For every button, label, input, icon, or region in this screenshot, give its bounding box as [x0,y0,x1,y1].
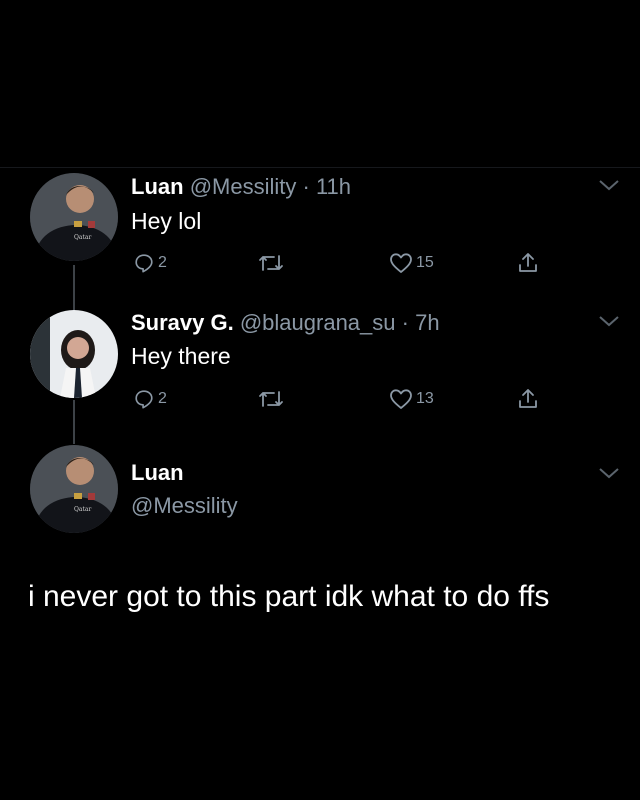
like-button[interactable]: 13 [389,384,434,414]
reply-count: 2 [158,390,167,407]
retweet-icon [259,391,283,407]
heart-icon [390,389,412,409]
chevron-down-icon[interactable] [598,178,620,192]
tweet-header: Luan @Messility · 11h [131,174,351,200]
svg-text:Qatar: Qatar [74,234,91,241]
thread-line [73,400,75,444]
author-name[interactable]: Suravy G. [131,310,234,335]
reply-count: 2 [158,254,167,271]
like-count: 13 [416,390,434,407]
reply-icon [135,254,153,273]
avatar-luan-image: Qatar [30,445,118,533]
author-name[interactable]: Luan [131,460,184,486]
avatar[interactable]: Qatar [30,445,118,533]
retweet-button[interactable] [258,384,284,414]
share-button[interactable] [516,384,540,414]
timestamp[interactable]: 11h [316,174,351,199]
thread-line [73,265,75,311]
author-name[interactable]: Luan [131,174,184,199]
reply-icon [135,390,153,409]
share-icon [519,389,537,408]
author-handle[interactable]: @Messility [190,174,297,199]
top-divider [0,167,640,168]
tweet-text: i never got to this part idk what to do … [28,580,550,613]
author-handle[interactable]: @blaugrana_su [240,310,396,335]
separator: · [401,310,409,335]
reply-button[interactable]: 2 [133,384,167,414]
chevron-down-icon[interactable] [598,314,620,328]
avatar-luan-image: Qatar [30,173,118,261]
like-button[interactable]: 15 [389,248,434,278]
reply-button[interactable]: 2 [133,248,167,278]
author-handle[interactable]: @Messility [131,493,238,519]
heart-icon [390,253,412,273]
share-button[interactable] [516,248,540,278]
svg-text:Qatar: Qatar [74,506,91,513]
like-count: 15 [416,254,434,271]
avatar[interactable]: Qatar [30,173,118,261]
avatar[interactable] [30,310,118,398]
share-icon [519,253,537,272]
retweet-icon [259,255,283,271]
avatar-suravy-image [30,310,118,398]
tweet-header: Suravy G. @blaugrana_su · 7h [131,310,440,336]
retweet-button[interactable] [258,248,284,278]
tweet-text: Hey lol [131,208,202,234]
separator: · [302,174,310,199]
chevron-down-icon[interactable] [598,466,620,480]
tweet-text: Hey there [131,343,231,369]
timestamp[interactable]: 7h [415,310,439,335]
